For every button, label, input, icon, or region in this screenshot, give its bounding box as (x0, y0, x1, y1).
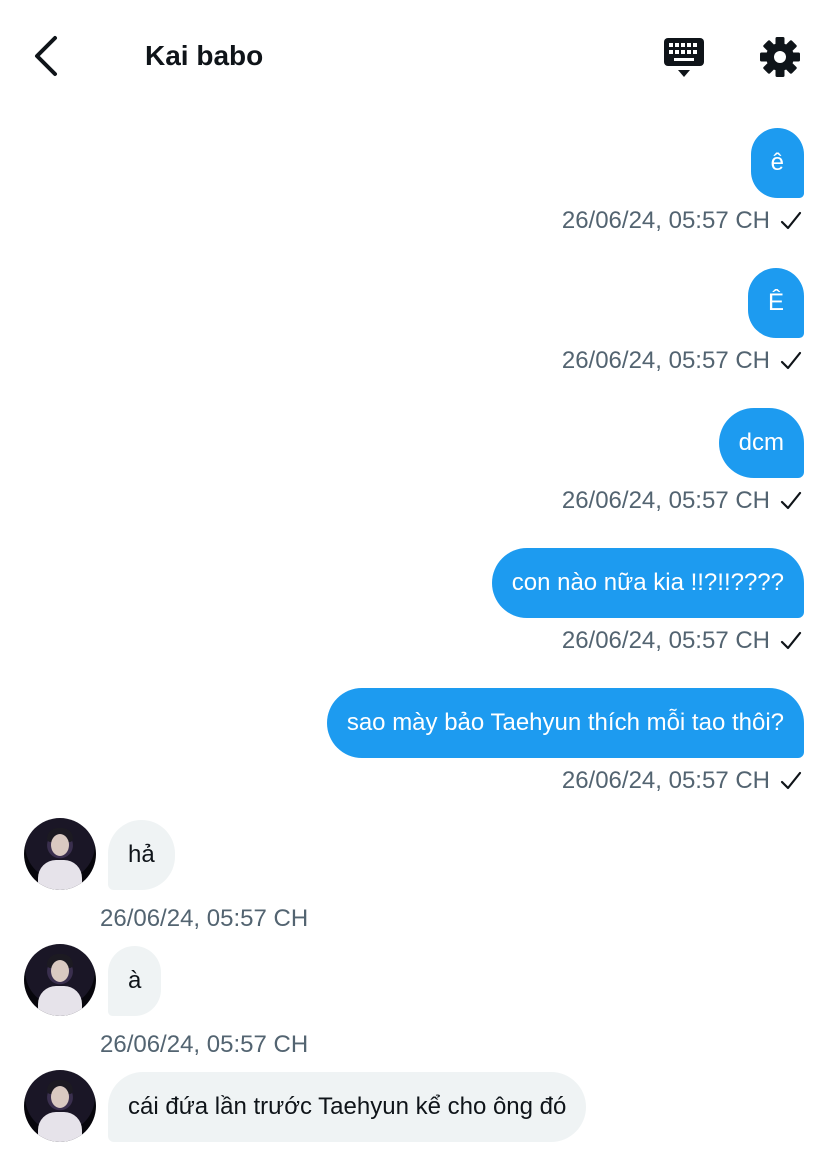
outgoing-message-bubble[interactable]: ê (750, 128, 804, 198)
message-meta: 26/06/24, 05:57 CH (562, 206, 804, 236)
avatar[interactable] (24, 944, 96, 1016)
outgoing-message-bubble[interactable]: sao mày bảo Taehyun thích mỗi tao thôi? (326, 688, 804, 758)
message-timestamp: 26/06/24, 05:57 CH (561, 347, 770, 374)
message-timestamp: 26/06/24, 05:57 CH (561, 487, 770, 514)
back-button[interactable] (24, 32, 68, 80)
message-timestamp: 26/06/24, 05:57 CH (561, 207, 770, 234)
message-row: cái đứa lần trước Taehyun kể cho ông đó (0, 1062, 828, 1152)
message-row: sao mày bảo Taehyun thích mỗi tao thôi? … (0, 670, 828, 810)
settings-button[interactable] (756, 33, 804, 81)
gear-icon (760, 37, 800, 77)
check-icon (780, 491, 802, 510)
message-row: dcm 26/06/24, 05:57 CH (0, 390, 828, 530)
message-row: con nào nữa kia !!?!!???? 26/06/24, 05:5… (0, 530, 828, 670)
check-icon (780, 631, 802, 650)
keyboard-icon (664, 38, 704, 77)
message-meta: 26/06/24, 05:57 CH (562, 766, 804, 796)
outgoing-message-bubble[interactable]: con nào nữa kia !!?!!???? (491, 548, 804, 618)
message-thread[interactable]: ê 26/06/24, 05:57 CH Ê 26/06/24, 05:57 C… (0, 110, 828, 1163)
conversation-header: Kai babo (0, 0, 828, 110)
message-row: hả 26/06/24, 05:57 CH (0, 810, 828, 936)
keyboard-button[interactable] (660, 34, 708, 80)
avatar[interactable] (24, 818, 96, 890)
message-timestamp: 26/06/24, 05:57 CH (561, 767, 770, 794)
outgoing-message-bubble[interactable]: dcm (718, 408, 804, 478)
check-icon (780, 211, 802, 230)
check-icon (780, 351, 802, 370)
outgoing-message-bubble[interactable]: Ê (747, 268, 804, 338)
chevron-left-icon (35, 36, 57, 76)
message-timestamp: 26/06/24, 05:57 CH (100, 905, 309, 932)
message-row: ê 26/06/24, 05:57 CH (0, 110, 828, 250)
message-meta: 26/06/24, 05:57 CH (562, 626, 804, 656)
message-meta: 26/06/24, 05:57 CH (100, 1030, 308, 1060)
message-row: Ê 26/06/24, 05:57 CH (0, 250, 828, 390)
message-row: à 26/06/24, 05:57 CH (0, 936, 828, 1062)
incoming-message-bubble[interactable]: à (108, 946, 162, 1016)
avatar[interactable] (24, 1070, 96, 1142)
message-meta: 26/06/24, 05:57 CH (100, 904, 308, 934)
incoming-message-bubble[interactable]: hả (108, 820, 175, 890)
message-timestamp: 26/06/24, 05:57 CH (561, 627, 770, 654)
message-timestamp: 26/06/24, 05:57 CH (100, 1031, 309, 1058)
incoming-message-bubble[interactable]: cái đứa lần trước Taehyun kể cho ông đó (108, 1072, 587, 1142)
message-meta: 26/06/24, 05:57 CH (562, 486, 804, 516)
conversation-title: Kai babo (145, 40, 264, 71)
message-meta: 26/06/24, 05:57 CH (562, 346, 804, 376)
check-icon (780, 771, 802, 790)
